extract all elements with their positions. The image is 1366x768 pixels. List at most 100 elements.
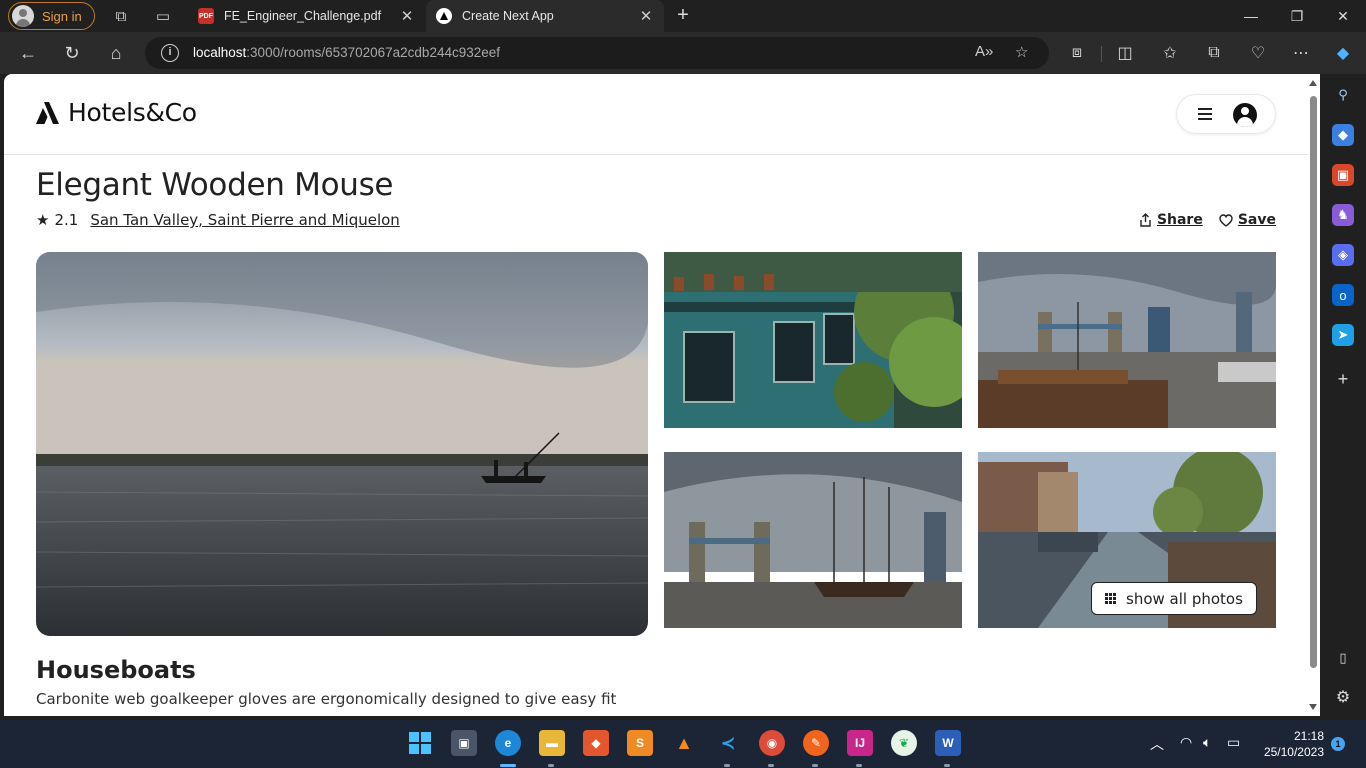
workspaces-icon[interactable]: ⧉	[111, 6, 131, 26]
site-header: Hotels&Co	[4, 74, 1308, 155]
pdf-icon: PDF	[198, 8, 214, 24]
running-app-indicator	[548, 764, 554, 767]
edge-sidebar: ⚲ ◆ ▣ ♞ ◈ o ➤ + ▯ ⚙	[1320, 74, 1366, 720]
edge-browser-icon[interactable]: e	[495, 730, 521, 756]
minimize-icon[interactable]: —	[1228, 0, 1274, 32]
close-tab-icon[interactable]: ✕	[636, 7, 656, 25]
main-photo[interactable]	[36, 252, 648, 636]
profile-avatar-icon	[12, 5, 34, 27]
share-button[interactable]: Share	[1139, 212, 1203, 228]
refresh-icon[interactable]: ↻	[60, 42, 84, 64]
show-all-photos-button[interactable]: show all photos	[1091, 582, 1257, 615]
scroll-down-icon[interactable]	[1309, 704, 1317, 710]
read-aloud-icon[interactable]: A»	[975, 43, 993, 60]
outlook-icon[interactable]: o	[1332, 284, 1354, 306]
task-view-icon[interactable]: ▣	[451, 730, 477, 756]
gallery-photo-2[interactable]	[978, 252, 1276, 428]
back-icon[interactable]: ←	[16, 42, 40, 64]
postman-icon[interactable]: ✎	[803, 730, 829, 756]
favorite-star-icon[interactable]: ☆	[1015, 43, 1028, 61]
share-label: Share	[1156, 212, 1203, 228]
volume-icon[interactable]: 🔈︎	[1203, 734, 1211, 751]
favorites-icon[interactable]: ✩	[1158, 42, 1182, 64]
mongodb-compass-icon[interactable]: ❦	[891, 730, 917, 756]
intellij-icon[interactable]: IJ	[847, 730, 873, 756]
wifi-icon[interactable]: ◠	[1180, 734, 1192, 751]
restore-icon[interactable]: ❐	[1274, 0, 1320, 32]
location-link[interactable]: San Tan Valley, Saint Pierre and Miquelo…	[90, 211, 400, 229]
active-app-indicator	[500, 764, 516, 767]
running-app-indicator	[812, 764, 818, 767]
battery-icon[interactable]: ▭	[1227, 734, 1240, 751]
photo-gallery: show all photos	[36, 252, 1276, 636]
tools-icon[interactable]: ▣	[1332, 164, 1354, 186]
brand-name: Hotels&Co	[68, 98, 197, 127]
url-text[interactable]: localhost:3000/rooms/653702067a2cdb244c9…	[193, 45, 500, 60]
site-info-icon[interactable]: i	[161, 44, 179, 62]
sidebar-settings-gear-icon[interactable]: ⚙	[1332, 686, 1354, 708]
collections-icon[interactable]: ⧉	[1202, 42, 1226, 64]
heart-icon	[1219, 213, 1233, 227]
gallery-photo-3[interactable]	[664, 452, 962, 628]
room-category: Houseboats	[36, 656, 196, 684]
close-tab-icon[interactable]: ✕	[397, 7, 417, 25]
hide-sidebar-icon[interactable]: ▯	[1332, 647, 1354, 669]
scrollbar-thumb[interactable]	[1310, 96, 1317, 668]
user-menu-button[interactable]	[1176, 94, 1276, 134]
running-app-indicator	[944, 764, 950, 767]
scroll-up-icon[interactable]	[1309, 80, 1317, 86]
share-icon	[1140, 213, 1151, 227]
new-tab-icon[interactable]: +	[672, 4, 694, 26]
file-explorer-icon[interactable]: ▬	[539, 730, 565, 756]
search-icon[interactable]: ⚲	[1332, 84, 1354, 106]
tab-actions-icon[interactable]: ▭	[153, 6, 173, 26]
show-all-photos-label: show all photos	[1126, 589, 1243, 608]
tab-title: Create Next App	[462, 9, 554, 23]
room-actions: Share Save	[1139, 212, 1276, 228]
page-viewport: Hotels&Co Elegant Wooden Mouse ★ 2.1 San…	[4, 74, 1308, 716]
user-avatar-icon	[1233, 103, 1257, 127]
vlc-icon[interactable]: ▲	[671, 730, 697, 756]
system-clock[interactable]: 21:18 25/10/2023	[1252, 728, 1324, 760]
microsoft365-icon[interactable]: ◈	[1332, 244, 1354, 266]
performance-icon[interactable]: ♡	[1246, 42, 1270, 64]
sublime-text-icon[interactable]: S	[627, 730, 653, 756]
running-app-indicator	[856, 764, 862, 767]
home-icon[interactable]: ⌂	[104, 42, 128, 64]
page-scrollbar[interactable]	[1308, 74, 1320, 716]
windows-start-icon[interactable]	[407, 730, 433, 756]
notification-badge[interactable]: 1	[1331, 737, 1345, 751]
brand-logo[interactable]: Hotels&Co	[35, 98, 197, 127]
brave-icon[interactable]: ◆	[583, 730, 609, 756]
tab-pdf[interactable]: PDF FE_Engineer_Challenge.pdf ✕	[188, 0, 425, 32]
extensions-icon[interactable]: ⧈	[1065, 42, 1089, 64]
gallery-photo-1[interactable]	[664, 252, 962, 428]
address-bar[interactable]: i localhost:3000/rooms/653702067a2cdb244…	[145, 37, 1049, 69]
shopping-tag-icon[interactable]: ◆	[1332, 124, 1354, 146]
rating-value: 2.1	[54, 211, 79, 229]
add-sidebar-app-icon[interactable]: +	[1332, 368, 1354, 390]
room-meta: ★ 2.1 San Tan Valley, Saint Pierre and M…	[36, 211, 400, 229]
close-window-icon[interactable]: ✕	[1320, 0, 1366, 32]
split-screen-icon[interactable]: ◫	[1113, 42, 1137, 64]
browser-toolbar: ← ↻ ⌂ i localhost:3000/rooms/653702067a2…	[0, 32, 1366, 74]
tab-create-next-app[interactable]: Create Next App ✕	[426, 0, 664, 32]
running-app-indicator	[768, 764, 774, 767]
games-icon[interactable]: ♞	[1332, 204, 1354, 226]
word-icon[interactable]: W	[935, 730, 961, 756]
show-hidden-icons-chevron-icon[interactable]: ︿	[1150, 734, 1164, 754]
room-description: Carbonite web goalkeeper gloves are ergo…	[36, 690, 617, 708]
vscode-icon[interactable]: ≺	[715, 730, 741, 756]
room-title: Elegant Wooden Mouse	[36, 167, 394, 203]
sign-in-button[interactable]: Sign in	[8, 2, 95, 30]
toolbar-divider	[1101, 46, 1102, 62]
save-button[interactable]: Save	[1219, 212, 1276, 228]
copilot-icon[interactable]: ◆	[1331, 42, 1355, 64]
browser-tab-bar: Sign in ⧉ ▭ PDF FE_Engineer_Challenge.pd…	[0, 0, 1366, 32]
send-icon[interactable]: ➤	[1332, 324, 1354, 346]
nextjs-icon	[436, 8, 452, 24]
chrome-icon[interactable]: ◉	[759, 730, 785, 756]
star-icon: ★	[36, 211, 50, 229]
brand-mark-icon	[36, 102, 59, 124]
more-options-icon[interactable]: ⋯	[1289, 42, 1313, 64]
